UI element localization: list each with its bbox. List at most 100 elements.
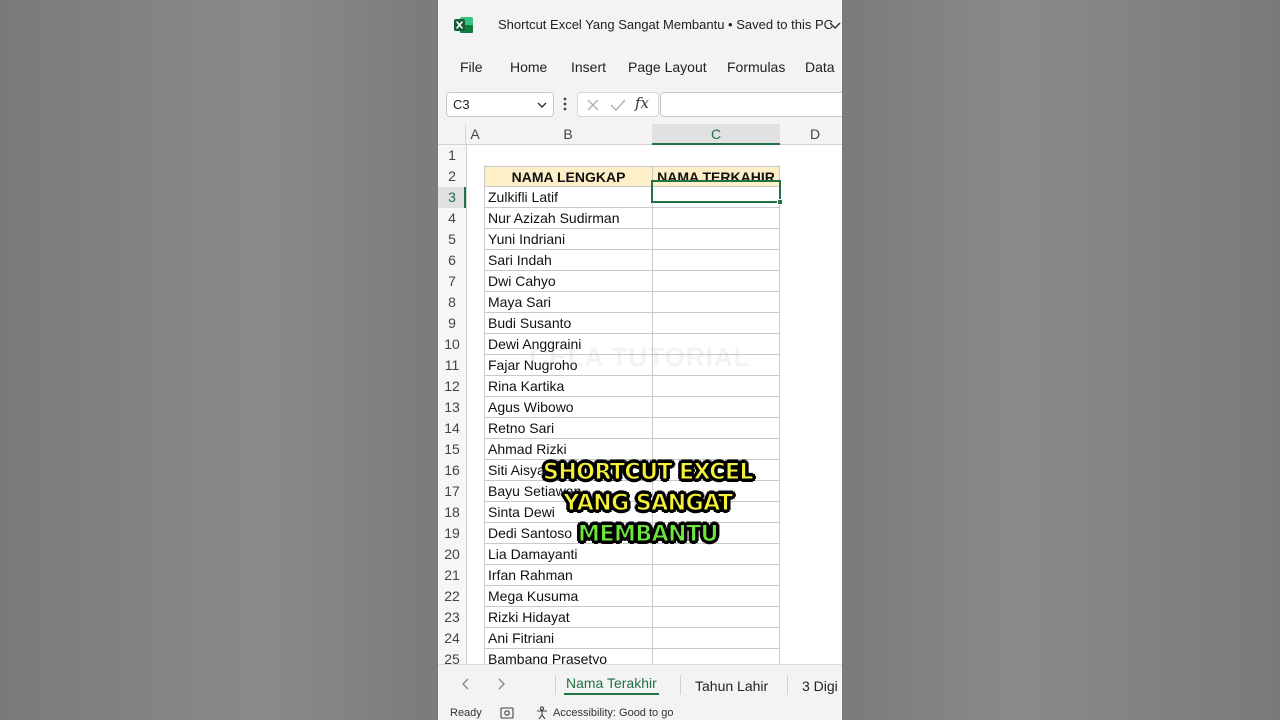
chevron-down-icon[interactable] bbox=[828, 18, 842, 32]
row-header-2[interactable]: 2 bbox=[438, 166, 466, 187]
cancel-icon[interactable] bbox=[586, 98, 600, 112]
row-header-6[interactable]: 6 bbox=[438, 250, 466, 271]
table-cell-name[interactable]: Rina Kartika bbox=[484, 376, 652, 397]
row-header-14[interactable]: 14 bbox=[438, 418, 466, 439]
row-header-19[interactable]: 19 bbox=[438, 523, 466, 544]
table-cell-last-name[interactable] bbox=[652, 607, 780, 628]
table-cell-name[interactable]: Agus Wibowo bbox=[484, 397, 652, 418]
accessibility-status[interactable]: Accessibility: Good to go bbox=[553, 707, 673, 719]
table-cell-last-name[interactable] bbox=[652, 292, 780, 313]
row-header-22[interactable]: 22 bbox=[438, 586, 466, 607]
header-cell-nama-lengkap[interactable]: NAMA LENGKAP bbox=[484, 166, 652, 187]
macro-recorder-icon[interactable] bbox=[500, 707, 514, 719]
row-header-12[interactable]: 12 bbox=[438, 376, 466, 397]
row-header-13[interactable]: 13 bbox=[438, 397, 466, 418]
right-background bbox=[842, 0, 1280, 720]
row-header-9[interactable]: 9 bbox=[438, 313, 466, 334]
table-cell-name[interactable]: Ani Fitriani bbox=[484, 628, 652, 649]
formula-input[interactable] bbox=[660, 92, 842, 117]
table-cell-name[interactable]: Nur Azizah Sudirman bbox=[484, 208, 652, 229]
tab-file[interactable]: File bbox=[460, 59, 483, 75]
table-cell-name[interactable]: Zulkifli Latif bbox=[484, 187, 652, 208]
table-cell-name[interactable]: Retno Sari bbox=[484, 418, 652, 439]
table-cell-name[interactable]: Dwi Cahyo bbox=[484, 271, 652, 292]
table-cell-last-name[interactable] bbox=[652, 418, 780, 439]
table-cell-name[interactable]: Bambang Prasetyo bbox=[484, 649, 652, 664]
table-cell-name[interactable]: Ahmad Rizki bbox=[484, 439, 652, 460]
active-cell-c3[interactable] bbox=[651, 180, 783, 205]
column-header-b[interactable]: B bbox=[484, 124, 652, 145]
table-cell-last-name[interactable] bbox=[652, 271, 780, 292]
more-options-icon[interactable] bbox=[562, 95, 568, 113]
table-cell-name[interactable]: Irfan Rahman bbox=[484, 565, 652, 586]
fill-handle[interactable] bbox=[777, 199, 783, 205]
tab-page-layout[interactable]: Page Layout bbox=[628, 59, 707, 75]
row-header-24[interactable]: 24 bbox=[438, 628, 466, 649]
window-title: Shortcut Excel Yang Sangat Membantu • Sa… bbox=[498, 17, 834, 32]
row-header-5[interactable]: 5 bbox=[438, 229, 466, 250]
column-header-d[interactable]: D bbox=[780, 124, 842, 145]
table-cell-name[interactable]: Sari Indah bbox=[484, 250, 652, 271]
row-header-25[interactable]: 25 bbox=[438, 649, 466, 664]
tab-separator bbox=[787, 675, 788, 695]
table-cell-last-name[interactable] bbox=[652, 250, 780, 271]
name-box-value: C3 bbox=[453, 97, 470, 112]
table-cell-name[interactable]: Budi Susanto bbox=[484, 313, 652, 334]
table-cell-last-name[interactable] bbox=[652, 628, 780, 649]
row-header-3[interactable]: 3 bbox=[438, 187, 466, 208]
table-cell-name[interactable]: Rizki Hidayat bbox=[484, 607, 652, 628]
row-header-4[interactable]: 4 bbox=[438, 208, 466, 229]
row-header-20[interactable]: 20 bbox=[438, 544, 466, 565]
enter-check-icon[interactable] bbox=[610, 98, 626, 112]
overlay-title-line-3: MEMBANTU bbox=[578, 522, 719, 548]
table-cell-last-name[interactable] bbox=[652, 313, 780, 334]
left-background bbox=[0, 0, 438, 720]
title-bar: Shortcut Excel Yang Sangat Membantu • Sa… bbox=[438, 0, 842, 50]
excel-logo-icon bbox=[454, 17, 473, 33]
formula-bar: C3 fx bbox=[438, 88, 842, 122]
table-cell-name[interactable]: Yuni Indriani bbox=[484, 229, 652, 250]
table-cell-last-name[interactable] bbox=[652, 208, 780, 229]
row-header-21[interactable]: 21 bbox=[438, 565, 466, 586]
chevron-down-icon[interactable] bbox=[536, 99, 548, 111]
tab-formulas[interactable]: Formulas bbox=[727, 59, 785, 75]
table-cell-last-name[interactable] bbox=[652, 439, 780, 460]
table-cell-last-name[interactable] bbox=[652, 397, 780, 418]
overlay-title-line-2: YANG SANGAT bbox=[563, 491, 734, 517]
row-header-8[interactable]: 8 bbox=[438, 292, 466, 313]
sheet-tab-3-digi[interactable]: 3 Digi bbox=[802, 678, 838, 694]
row-header-23[interactable]: 23 bbox=[438, 607, 466, 628]
tab-insert[interactable]: Insert bbox=[571, 59, 606, 75]
ribbon-tabs: File Home Insert Page Layout Formulas Da… bbox=[438, 52, 842, 84]
insert-function-icon[interactable]: fx bbox=[635, 94, 649, 112]
table-cell-last-name[interactable] bbox=[652, 229, 780, 250]
chevron-right-icon[interactable] bbox=[495, 677, 507, 691]
chevron-left-icon[interactable] bbox=[460, 677, 472, 691]
table-cell-last-name[interactable] bbox=[652, 376, 780, 397]
table-cell-last-name[interactable] bbox=[652, 586, 780, 607]
row-header-divider bbox=[466, 145, 467, 664]
sheet-tab-nama-terakhir[interactable]: Nama Terakhir bbox=[564, 675, 659, 695]
table-cell-last-name[interactable] bbox=[652, 544, 780, 565]
tab-home[interactable]: Home bbox=[510, 59, 547, 75]
table-cell-last-name[interactable] bbox=[652, 565, 780, 586]
row-header-15[interactable]: 15 bbox=[438, 439, 466, 460]
row-header-18[interactable]: 18 bbox=[438, 502, 466, 523]
row-header-1[interactable]: 1 bbox=[438, 145, 466, 166]
name-box[interactable]: C3 bbox=[446, 92, 554, 117]
row-header-7[interactable]: 7 bbox=[438, 271, 466, 292]
row-header-16[interactable]: 16 bbox=[438, 460, 466, 481]
column-header-c[interactable]: C bbox=[652, 124, 780, 145]
overlay-title-line-1: SHORTCUT EXCEL bbox=[543, 460, 755, 486]
accessibility-icon[interactable] bbox=[535, 706, 549, 720]
sheet-tab-tahun-lahir[interactable]: Tahun Lahir bbox=[695, 678, 768, 694]
table-cell-name[interactable]: Maya Sari bbox=[484, 292, 652, 313]
worksheet-grid[interactable]: A B C D 1 2 3 4 5 6 7 8 9 10 11 12 13 14 15 16 17 18 19 20 2… bbox=[438, 124, 842, 664]
table-cell-name[interactable]: Lia Damayanti bbox=[484, 544, 652, 565]
row-header-17[interactable]: 17 bbox=[438, 481, 466, 502]
tab-data[interactable]: Data bbox=[805, 59, 835, 75]
select-all-corner[interactable] bbox=[438, 124, 466, 145]
table-cell-name[interactable]: Mega Kusuma bbox=[484, 586, 652, 607]
column-header-a[interactable]: A bbox=[466, 124, 484, 145]
table-cell-last-name[interactable] bbox=[652, 649, 780, 664]
